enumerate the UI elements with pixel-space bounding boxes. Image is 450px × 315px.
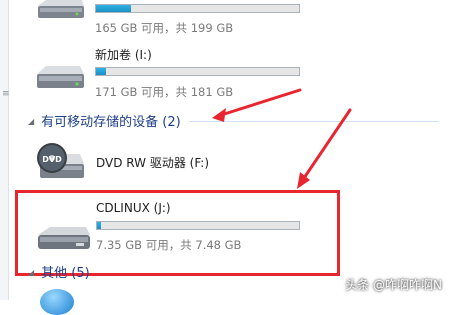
watermark-text: 头条 @咋啊咋啊N [345, 278, 442, 292]
annotation-arrows [212, 88, 352, 189]
